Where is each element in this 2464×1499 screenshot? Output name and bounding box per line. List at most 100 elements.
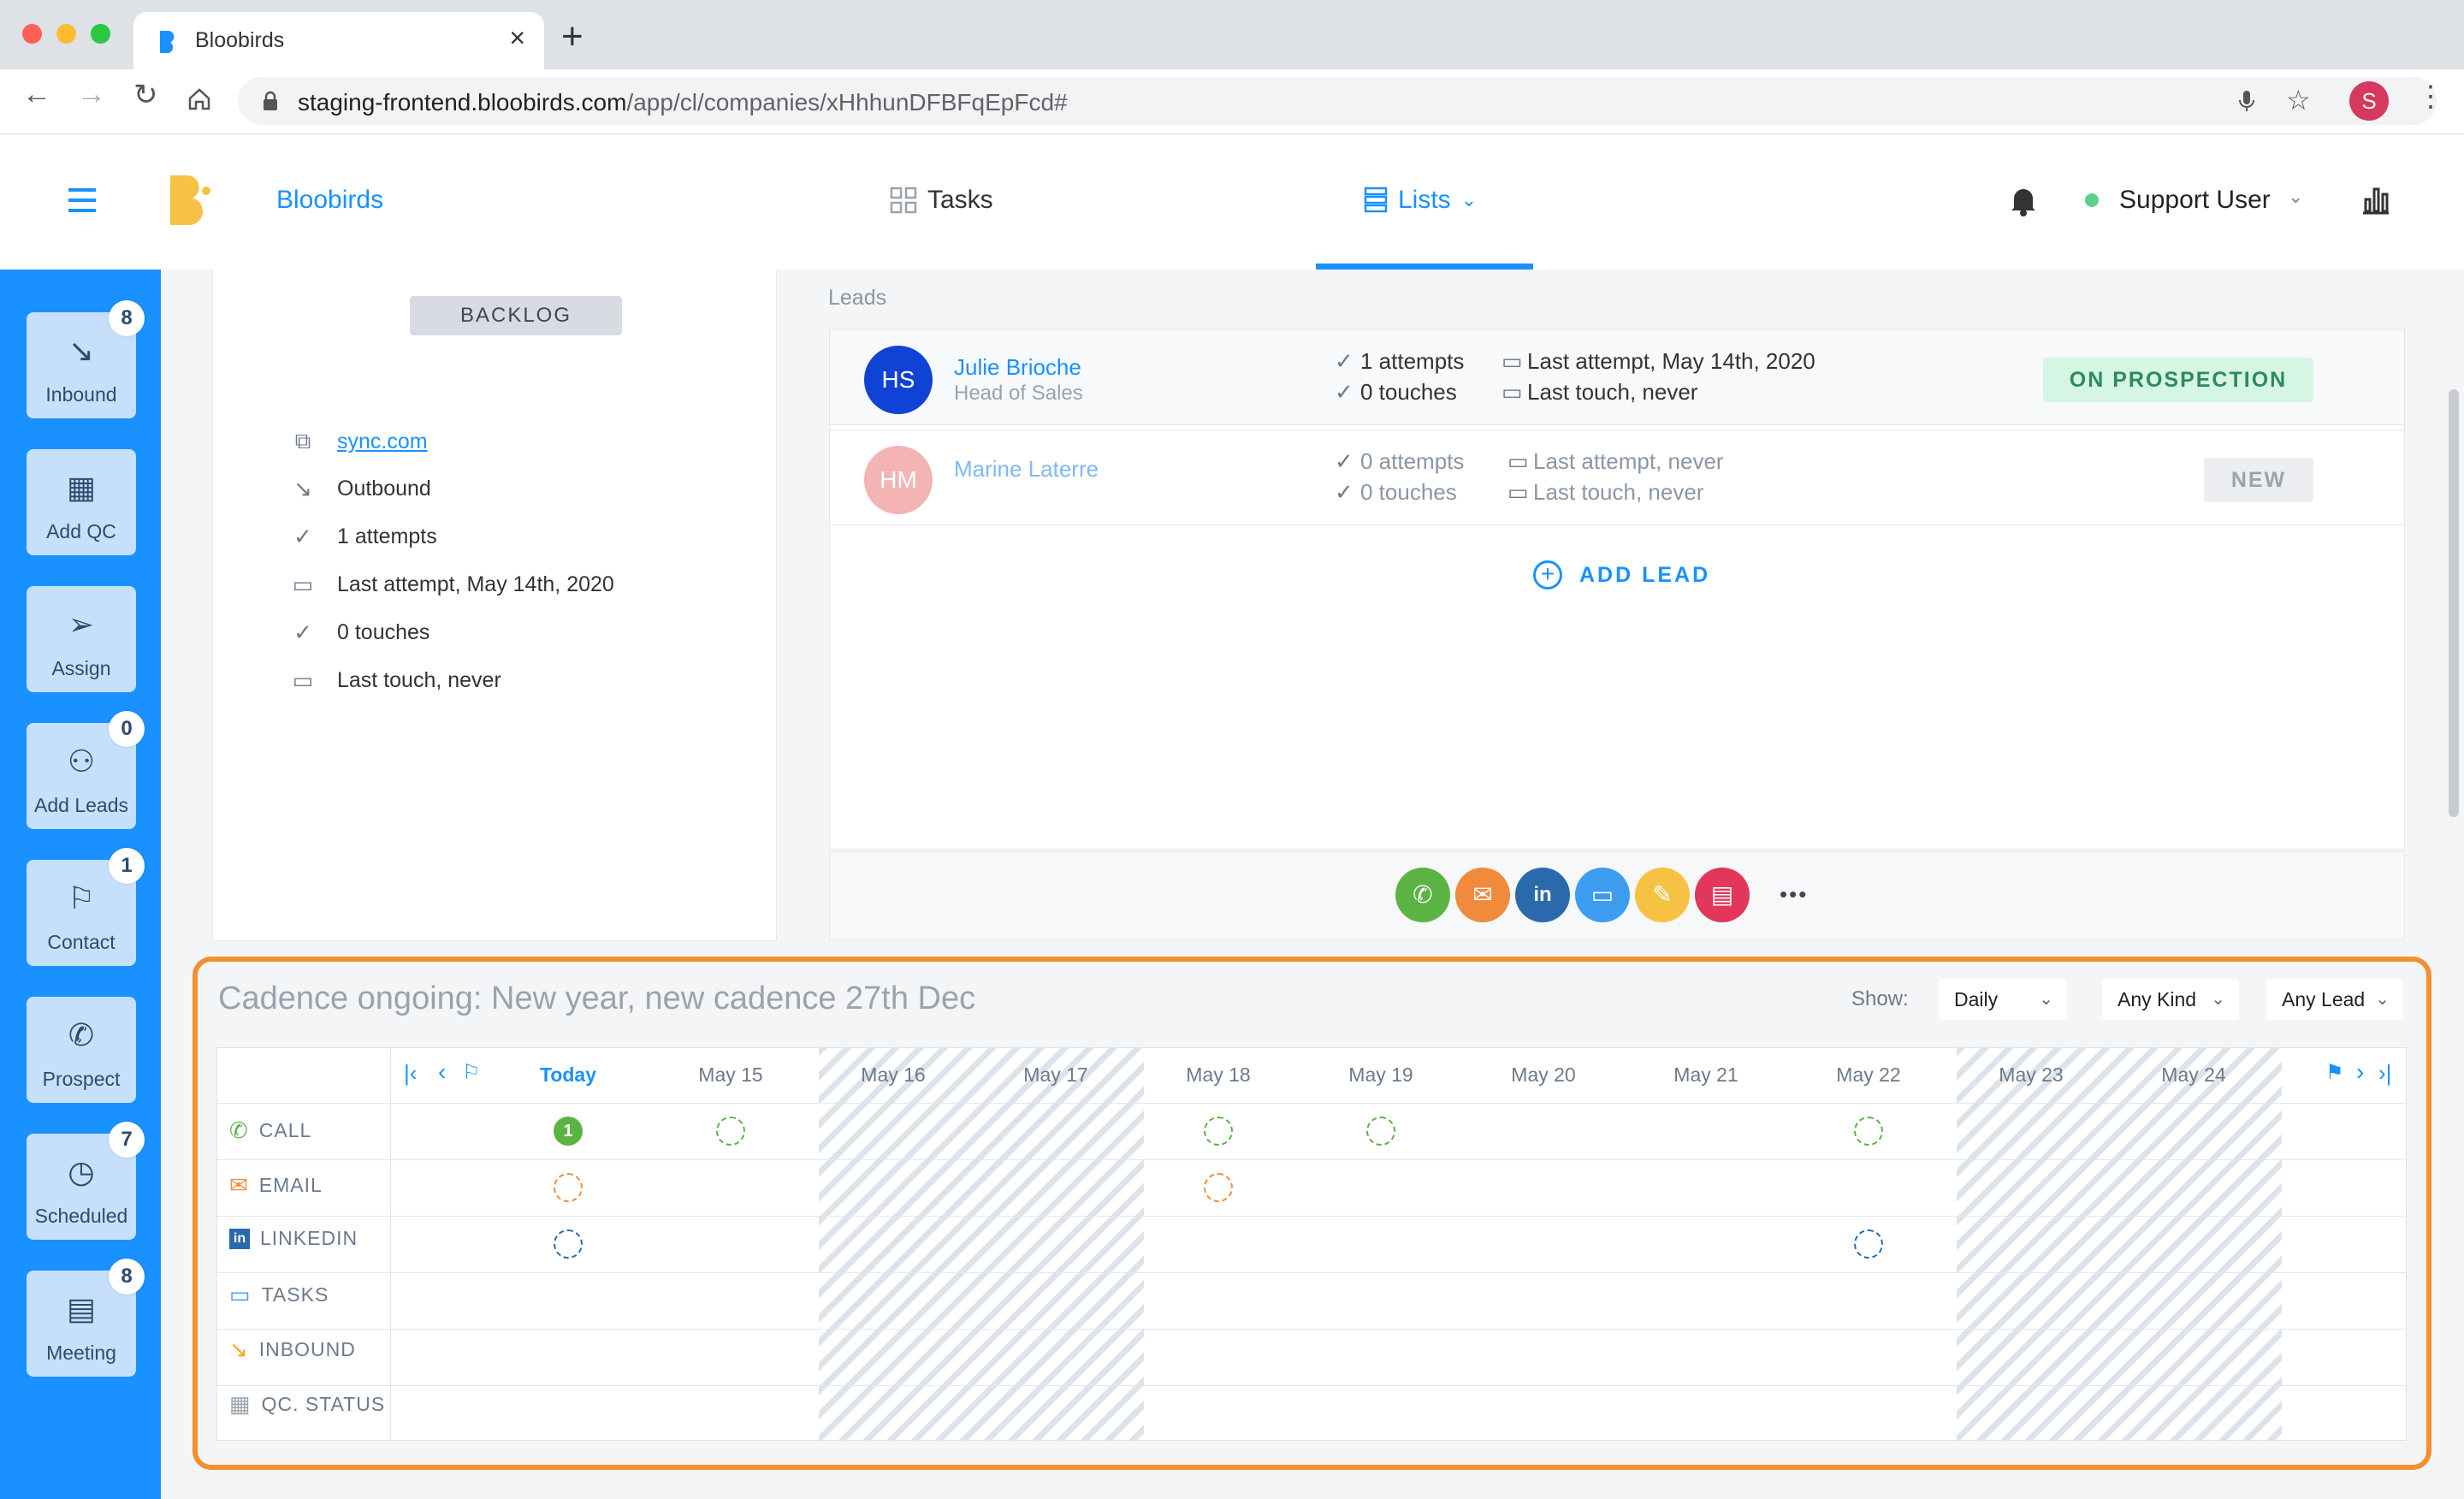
call-planned-marker[interactable]: [716, 1117, 745, 1146]
call-planned-marker[interactable]: [1366, 1117, 1395, 1146]
call-planned-marker[interactable]: [1854, 1117, 1883, 1146]
sidebar-item-label: Add Leads: [34, 794, 128, 816]
kind-filter-select[interactable]: Any Kind ⌄: [2102, 979, 2239, 1020]
company-source-row: ↘ Outbound: [291, 476, 431, 502]
page-scrollbar[interactable]: [2449, 389, 2459, 817]
sidebar-item-label: Scheduled: [34, 1205, 128, 1227]
linkedin-action-button[interactable]: in: [1515, 868, 1570, 922]
bookmark-star-icon[interactable]: ☆: [2286, 84, 2311, 116]
nav-tasks[interactable]: Tasks: [890, 186, 993, 215]
lead-name[interactable]: Julie Brioche: [954, 354, 1081, 381]
scheduled-count-badge: 7: [109, 1122, 145, 1158]
maximize-window-button[interactable]: [91, 24, 110, 44]
task-action-button[interactable]: ▭: [1575, 868, 1630, 922]
sidebar-item-contact[interactable]: ⚐ Contact 1: [27, 848, 145, 966]
meeting-action-button[interactable]: ▤: [1695, 868, 1750, 922]
sidebar-item-meeting[interactable]: ▤ Meeting 8: [27, 1259, 145, 1377]
hamburger-menu-icon[interactable]: [67, 187, 98, 213]
chevron-down-icon: ⌄: [2039, 990, 2053, 1009]
task-icon: ▭: [1590, 881, 1614, 908]
sidebar-item-prospect[interactable]: ✆ Prospect: [27, 997, 136, 1103]
column-header-today: Today: [539, 1064, 597, 1086]
browser-menu-icon[interactable]: ⋮: [2416, 80, 2445, 114]
sidebar-item-inbound[interactable]: ↘ Inbound 8: [27, 300, 145, 418]
brand-name[interactable]: Bloobirds: [276, 186, 383, 215]
add-lead-button[interactable]: + ADD LEAD: [1533, 560, 1710, 590]
list-icon: [1364, 187, 1388, 213]
linkedin-planned-marker[interactable]: [1854, 1229, 1883, 1259]
last-page-icon[interactable]: ›|: [2378, 1060, 2391, 1087]
forward-icon[interactable]: →: [77, 78, 106, 111]
back-icon[interactable]: ←: [22, 78, 51, 111]
chevron-down-icon: ⌄: [1460, 189, 1478, 210]
profile-avatar[interactable]: S: [2349, 81, 2389, 121]
lead-touches: ✓ 0 touches: [1335, 379, 1457, 406]
linkedin-icon: in: [229, 1228, 250, 1249]
close-window-button[interactable]: [22, 24, 42, 44]
lead-row[interactable]: HM Marine Laterre ✓ 0 attempts ✓ 0 touches…: [829, 430, 2405, 525]
next-icon[interactable]: ›: [2356, 1058, 2364, 1086]
minimize-window-button[interactable]: [56, 24, 76, 44]
note-action-button[interactable]: ✎: [1635, 868, 1690, 922]
row-label-call: ✆ CALL: [229, 1117, 311, 1144]
company-status-badge[interactable]: BACKLOG: [410, 296, 622, 335]
first-page-icon[interactable]: |‹: [404, 1060, 417, 1087]
lead-status-badge[interactable]: NEW: [2204, 458, 2313, 502]
sidebar-item-add-leads[interactable]: ⚇ Add Leads 0: [27, 711, 145, 829]
show-label: Show:: [1851, 987, 1909, 1010]
bar-chart-icon[interactable]: [2361, 186, 2390, 215]
new-tab-button[interactable]: +: [561, 15, 583, 58]
cadence-grid: |‹ ‹ ⚐ ⚑ › ›| Today May 15 May 16 May 17…: [216, 1047, 2407, 1441]
close-tab-icon[interactable]: ×: [509, 22, 525, 54]
linkedin-planned-marker[interactable]: [554, 1229, 583, 1259]
user-name[interactable]: Support User: [2119, 186, 2271, 215]
flag-end-icon[interactable]: ⚑: [2325, 1060, 2344, 1085]
nav-lists[interactable]: Lists ⌄: [1364, 186, 1477, 215]
call-action-button[interactable]: ✆: [1395, 868, 1450, 922]
bell-icon[interactable]: [2009, 186, 2038, 216]
check-icon: ✓: [1335, 479, 1353, 505]
sidebar-item-add-qc[interactable]: ▦ Add QC: [27, 449, 136, 555]
building-icon: ▦: [66, 470, 96, 505]
lead-name[interactable]: Marine Laterre: [954, 456, 1099, 483]
more-actions-icon[interactable]: •••: [1780, 881, 1808, 908]
sidebar-item-label: Prospect: [42, 1068, 121, 1090]
url-host: staging-frontend.bloobirds.com: [298, 89, 627, 116]
call-done-marker[interactable]: 1: [554, 1117, 583, 1146]
call-planned-marker[interactable]: [1204, 1117, 1233, 1146]
sidebar-item-assign[interactable]: ➢ Assign: [27, 586, 136, 692]
cadence-panel: Cadence ongoing: New year, new cadence 2…: [192, 957, 2431, 1470]
period-filter-select[interactable]: Daily ⌄: [1939, 979, 2067, 1020]
previous-icon[interactable]: ‹: [438, 1058, 446, 1086]
microphone-icon[interactable]: [2238, 89, 2255, 113]
arrow-down-right-icon: ↘: [68, 333, 95, 368]
reload-icon[interactable]: ↻: [133, 78, 158, 112]
sidebar-item-scheduled[interactable]: ◷ Scheduled 7: [27, 1122, 145, 1240]
lead-filter-select[interactable]: Any Lead ⌄: [2266, 979, 2403, 1020]
weekend-shade: [1957, 1048, 2282, 1440]
quick-actions-sidebar: ↘ Inbound 8 ▦ Add QC ➢ Assign ⚇ Add Lead…: [0, 270, 161, 1499]
column-header: May 16: [861, 1064, 926, 1086]
flag-start-icon[interactable]: ⚐: [462, 1060, 481, 1085]
email-planned-marker[interactable]: [554, 1173, 583, 1202]
lead-row[interactable]: HS Julie Brioche Head of Sales ✓ 1 attemp…: [829, 329, 2405, 425]
email-action-button[interactable]: ✉: [1455, 868, 1510, 922]
calendar-icon: ▭: [1502, 379, 1523, 405]
company-website-link[interactable]: sync.com: [337, 430, 428, 454]
email-planned-marker[interactable]: [1204, 1173, 1233, 1202]
arrow-down-right-icon: ↘: [229, 1336, 249, 1362]
mail-icon: ✉: [229, 1172, 249, 1198]
home-icon[interactable]: [187, 86, 212, 112]
check-icon: ✓: [293, 524, 312, 549]
lead-last-attempt: ▭ Last attempt, May 14th, 2020: [1502, 348, 1815, 375]
company-last-attempt-row: ▭ Last attempt, May 14th, 2020: [291, 572, 614, 598]
sidebar-item-label: Meeting: [46, 1342, 116, 1364]
user-menu-chevron-icon[interactable]: ⌄: [2288, 186, 2303, 208]
row-label-email: ✉ EMAIL: [229, 1172, 323, 1199]
lead-filter-value: Any Lead: [2282, 988, 2366, 1010]
company-source: Outbound: [337, 477, 431, 501]
lead-status-badge[interactable]: ON PROSPECTION: [2043, 358, 2313, 402]
address-bar[interactable]: staging-frontend.bloobirds.com/app/cl/co…: [238, 77, 2437, 125]
calendar-icon: ▤: [1710, 881, 1734, 908]
browser-tab[interactable]: Bloobirds ×: [133, 12, 544, 69]
